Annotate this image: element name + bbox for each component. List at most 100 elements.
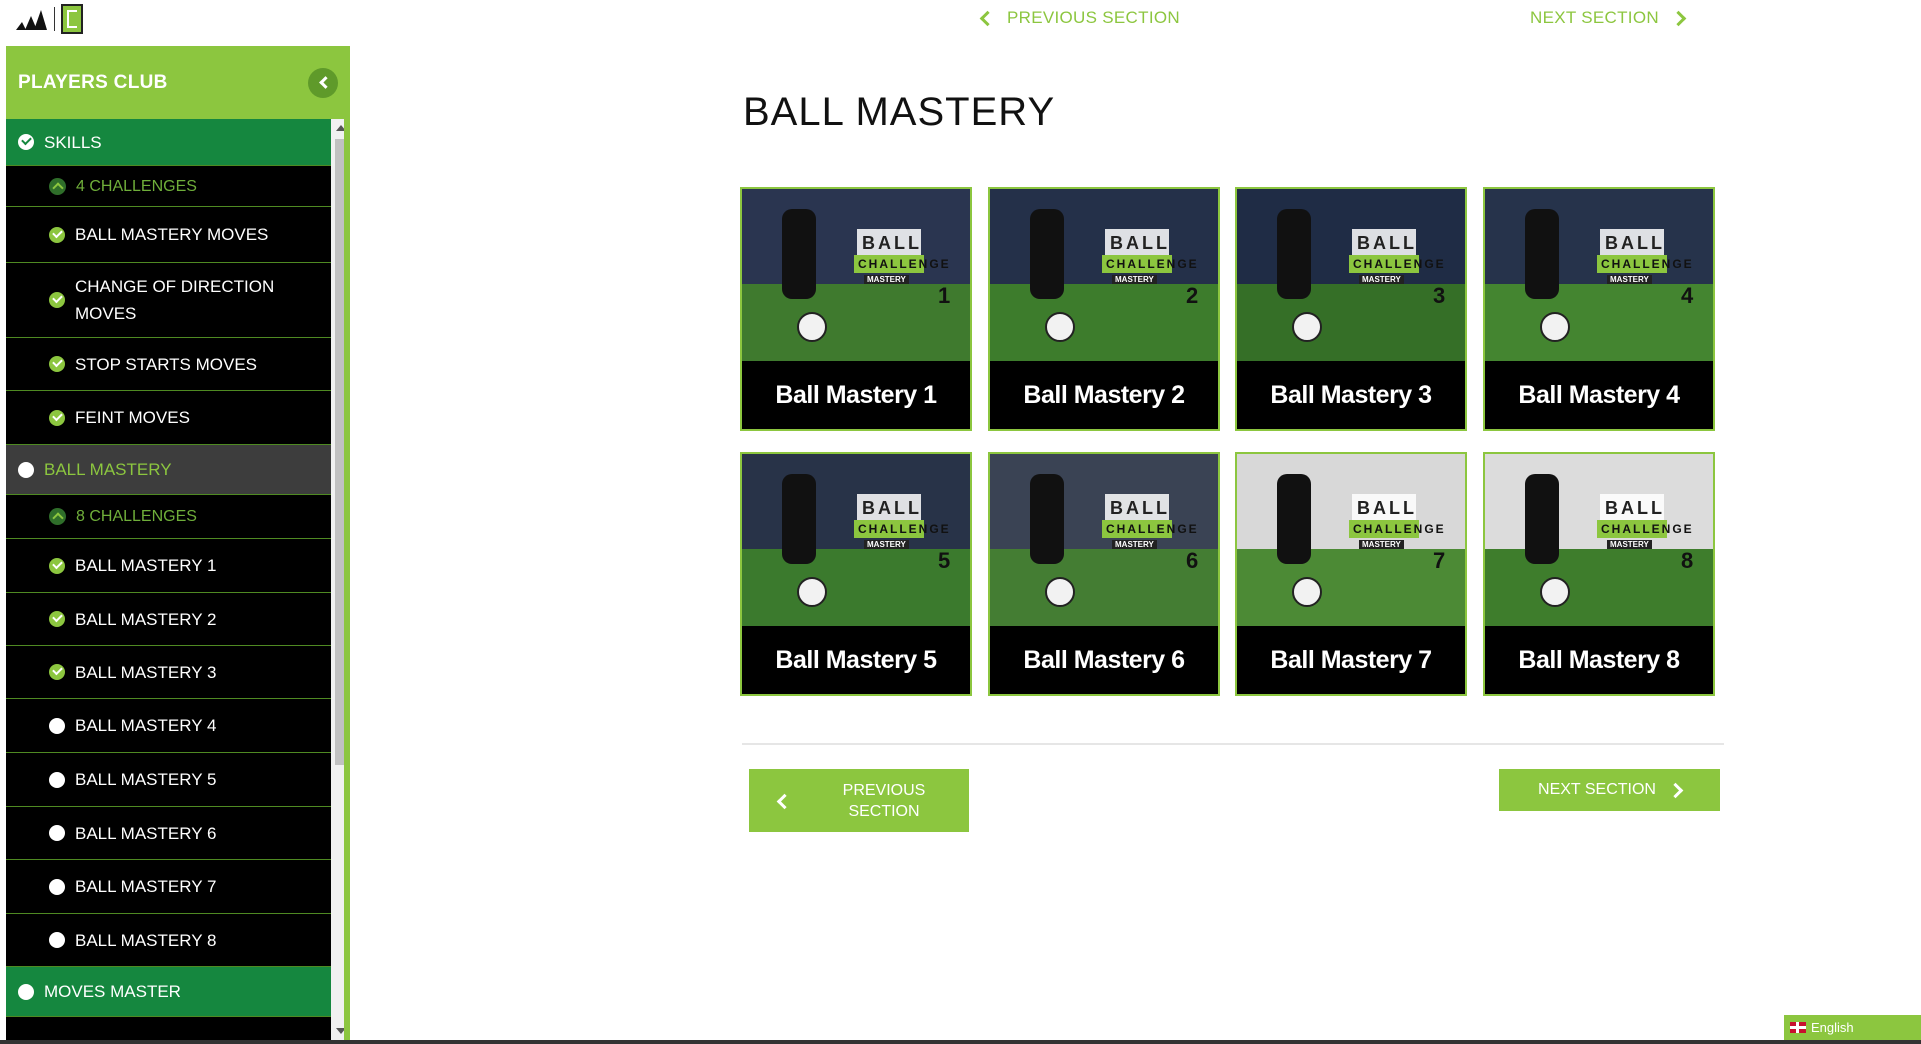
challenge-card-title[interactable]: Ball Mastery 6 bbox=[990, 626, 1218, 694]
coerver-logo-icon[interactable] bbox=[61, 4, 83, 34]
sidebar-item-ball-mastery[interactable]: BALL MASTERY bbox=[6, 445, 331, 495]
thumb-ball-text: BALL bbox=[1605, 233, 1665, 253]
thumb-ball-text: BALL bbox=[1110, 498, 1170, 518]
challenge-thumbnail[interactable]: BALL MASTERY CHALLENGE 6 bbox=[990, 454, 1218, 626]
sidebar-item-ball-mastery-7[interactable]: BALL MASTERY 7 bbox=[6, 860, 331, 914]
sidebar-item-feint-moves[interactable]: FEINT MOVES bbox=[6, 391, 331, 445]
thumb-number: 6 bbox=[1186, 548, 1199, 573]
dot-icon bbox=[18, 461, 34, 478]
thumb-number: 8 bbox=[1681, 548, 1694, 573]
challenge-card-3[interactable]: BALL MASTERY CHALLENGE 3 Ball Mastery 3 bbox=[1235, 187, 1467, 431]
sidebar-item-skills[interactable]: SKILLS bbox=[6, 119, 331, 166]
dot-icon bbox=[49, 717, 65, 734]
challenge-card-1[interactable]: BALL MASTERY CHALLENGE 1 Ball Mastery 1 bbox=[740, 187, 972, 431]
top-next-section-label: NEXT SECTION bbox=[1530, 8, 1659, 27]
challenge-thumbnail[interactable]: BALL MASTERY CHALLENGE 3 bbox=[1237, 189, 1465, 361]
check-icon bbox=[49, 409, 65, 426]
challenge-card-title[interactable]: Ball Mastery 2 bbox=[990, 361, 1218, 429]
sidebar-item-label: STOP STARTS MOVES bbox=[75, 354, 258, 374]
sidebar-item-label: BALL MASTERY 2 bbox=[75, 609, 217, 629]
check-icon bbox=[49, 356, 65, 372]
challenge-card-title[interactable]: Ball Mastery 5 bbox=[742, 626, 970, 694]
sidebar-item-ball-mastery-moves[interactable]: BALL MASTERY MOVES bbox=[6, 207, 331, 263]
sidebar-item-ball-mastery-3[interactable]: BALL MASTERY 3 bbox=[6, 646, 331, 699]
header-logos bbox=[14, 4, 83, 34]
challenge-card-5[interactable]: BALL MASTERY CHALLENGE 5 Ball Mastery 5 bbox=[740, 452, 972, 696]
thumb-challenge-text: CHALLENGE bbox=[1353, 257, 1446, 271]
thumb-number: 5 bbox=[938, 548, 951, 573]
chevron-right-icon bbox=[1667, 782, 1684, 798]
sidebar-item-8-challenges[interactable]: 8 CHALLENGES bbox=[6, 495, 331, 539]
sidebar-item-ball-mastery-8[interactable]: BALL MASTERY 8 bbox=[6, 914, 331, 967]
thumb-ball-text: BALL bbox=[862, 498, 922, 518]
thumb-number: 2 bbox=[1186, 283, 1199, 308]
sidebar-item-label: BALL MASTERY 5 bbox=[75, 770, 217, 789]
thumb-ball-text: BALL bbox=[1357, 233, 1417, 253]
sidebar-item-label: FEINT MOVES bbox=[75, 408, 190, 427]
dot-icon bbox=[18, 983, 34, 1000]
sidebar-item-4-challenges[interactable]: 4 CHALLENGES bbox=[6, 166, 331, 207]
language-selector[interactable]: English bbox=[1784, 1015, 1921, 1040]
sidebar: PLAYERS CLUB SKILLS 4 CHALLENGES BALL MAST… bbox=[6, 46, 350, 1040]
sidebar-item-label: BALL MASTERY 3 bbox=[75, 662, 217, 682]
page-title: BALL MASTERY bbox=[743, 90, 1056, 134]
sidebar-item-change-of-direction-moves[interactable]: CHANGE OF DIRECTION MOVES bbox=[6, 263, 331, 338]
thumb-mastery-text: MASTERY bbox=[864, 275, 909, 284]
thumb-number: 3 bbox=[1433, 283, 1446, 308]
challenge-card-4[interactable]: BALL MASTERY CHALLENGE 4 Ball Mastery 4 bbox=[1483, 187, 1715, 431]
challenge-thumbnail[interactable]: BALL MASTERY CHALLENGE 8 bbox=[1485, 454, 1713, 626]
challenge-thumbnail[interactable]: BALL MASTERY CHALLENGE 4 bbox=[1485, 189, 1713, 361]
challenge-card-7[interactable]: BALL MASTERY CHALLENGE 7 Ball Mastery 7 bbox=[1235, 452, 1467, 696]
sidebar-item-ball-mastery-1[interactable]: BALL MASTERY 1 bbox=[6, 539, 331, 593]
thumb-challenge-text: CHALLENGE bbox=[858, 522, 951, 536]
challenge-thumbnail[interactable]: BALL MASTERY CHALLENGE 7 bbox=[1237, 454, 1465, 626]
challenge-card-title[interactable]: Ball Mastery 3 bbox=[1237, 361, 1465, 429]
adidas-logo-icon[interactable] bbox=[14, 6, 48, 32]
sidebar-item-label: BALL MASTERY MOVES bbox=[75, 225, 269, 244]
thumb-challenge-text: CHALLENGE bbox=[1601, 257, 1694, 271]
challenge-card-title[interactable]: Ball Mastery 7 bbox=[1237, 626, 1465, 694]
dot-icon bbox=[49, 878, 65, 895]
sidebar-item-stop-starts-moves[interactable]: STOP STARTS MOVES bbox=[6, 338, 331, 391]
dot-icon bbox=[49, 771, 65, 788]
thumb-challenge-text: CHALLENGE bbox=[1106, 522, 1199, 536]
thumb-mastery-text: MASTERY bbox=[1607, 275, 1652, 284]
challenge-card-title[interactable]: Ball Mastery 1 bbox=[742, 361, 970, 429]
challenge-card-title[interactable]: Ball Mastery 8 bbox=[1485, 626, 1713, 694]
sidebar-item-ball-mastery-4[interactable]: BALL MASTERY 4 bbox=[6, 699, 331, 753]
check-icon bbox=[49, 557, 65, 574]
language-label: English bbox=[1811, 1020, 1854, 1035]
previous-section-button[interactable]: PREVIOUS SECTION bbox=[749, 769, 969, 832]
challenge-card-8[interactable]: BALL MASTERY CHALLENGE 8 Ball Mastery 8 bbox=[1483, 452, 1715, 696]
sidebar-title: PLAYERS CLUB bbox=[18, 71, 168, 93]
sidebar-collapse-button[interactable] bbox=[308, 67, 338, 98]
challenge-card-2[interactable]: BALL MASTERY CHALLENGE 2 Ball Mastery 2 bbox=[988, 187, 1220, 431]
sidebar-item-ball-mastery-5[interactable]: BALL MASTERY 5 bbox=[6, 753, 331, 807]
top-next-section-link[interactable]: NEXT SECTION bbox=[1530, 8, 1687, 28]
top-previous-section-link[interactable]: PREVIOUS SECTION bbox=[979, 8, 1180, 28]
sidebar-item-label: SKILLS bbox=[44, 132, 102, 152]
challenge-grid: BALL MASTERY CHALLENGE 1 Ball Mastery 1 BALL M… bbox=[740, 187, 1715, 696]
check-icon bbox=[49, 664, 65, 680]
thumb-challenge-text: CHALLENGE bbox=[1601, 522, 1694, 536]
challenge-card-title[interactable]: Ball Mastery 4 bbox=[1485, 361, 1713, 429]
sidebar-edge bbox=[344, 46, 350, 1040]
top-previous-section-label: PREVIOUS SECTION bbox=[1007, 8, 1180, 27]
next-section-button[interactable]: NEXT SECTION bbox=[1499, 769, 1720, 811]
challenge-thumbnail[interactable]: BALL MASTERY CHALLENGE 1 bbox=[742, 189, 970, 361]
sidebar-header: PLAYERS CLUB bbox=[6, 46, 350, 119]
chevron-left-icon bbox=[979, 10, 996, 26]
challenge-thumbnail[interactable]: BALL MASTERY CHALLENGE 2 bbox=[990, 189, 1218, 361]
challenge-card-6[interactable]: BALL MASTERY CHALLENGE 6 Ball Mastery 6 bbox=[988, 452, 1220, 696]
chevron-right-icon bbox=[1670, 10, 1687, 26]
thumb-mastery-text: MASTERY bbox=[1359, 275, 1404, 284]
chevron-left-icon bbox=[318, 76, 332, 89]
uk-flag-icon bbox=[1790, 1022, 1806, 1033]
sidebar-item-label: BALL MASTERY 6 bbox=[75, 823, 217, 843]
next-section-label: NEXT SECTION bbox=[1538, 781, 1656, 798]
sidebar-item-moves-master[interactable]: MOVES MASTER bbox=[6, 967, 331, 1017]
sidebar-item-ball-mastery-6[interactable]: BALL MASTERY 6 bbox=[6, 807, 331, 860]
divider bbox=[742, 743, 1724, 745]
sidebar-item-ball-mastery-2[interactable]: BALL MASTERY 2 bbox=[6, 593, 331, 646]
challenge-thumbnail[interactable]: BALL MASTERY CHALLENGE 5 bbox=[742, 454, 970, 626]
